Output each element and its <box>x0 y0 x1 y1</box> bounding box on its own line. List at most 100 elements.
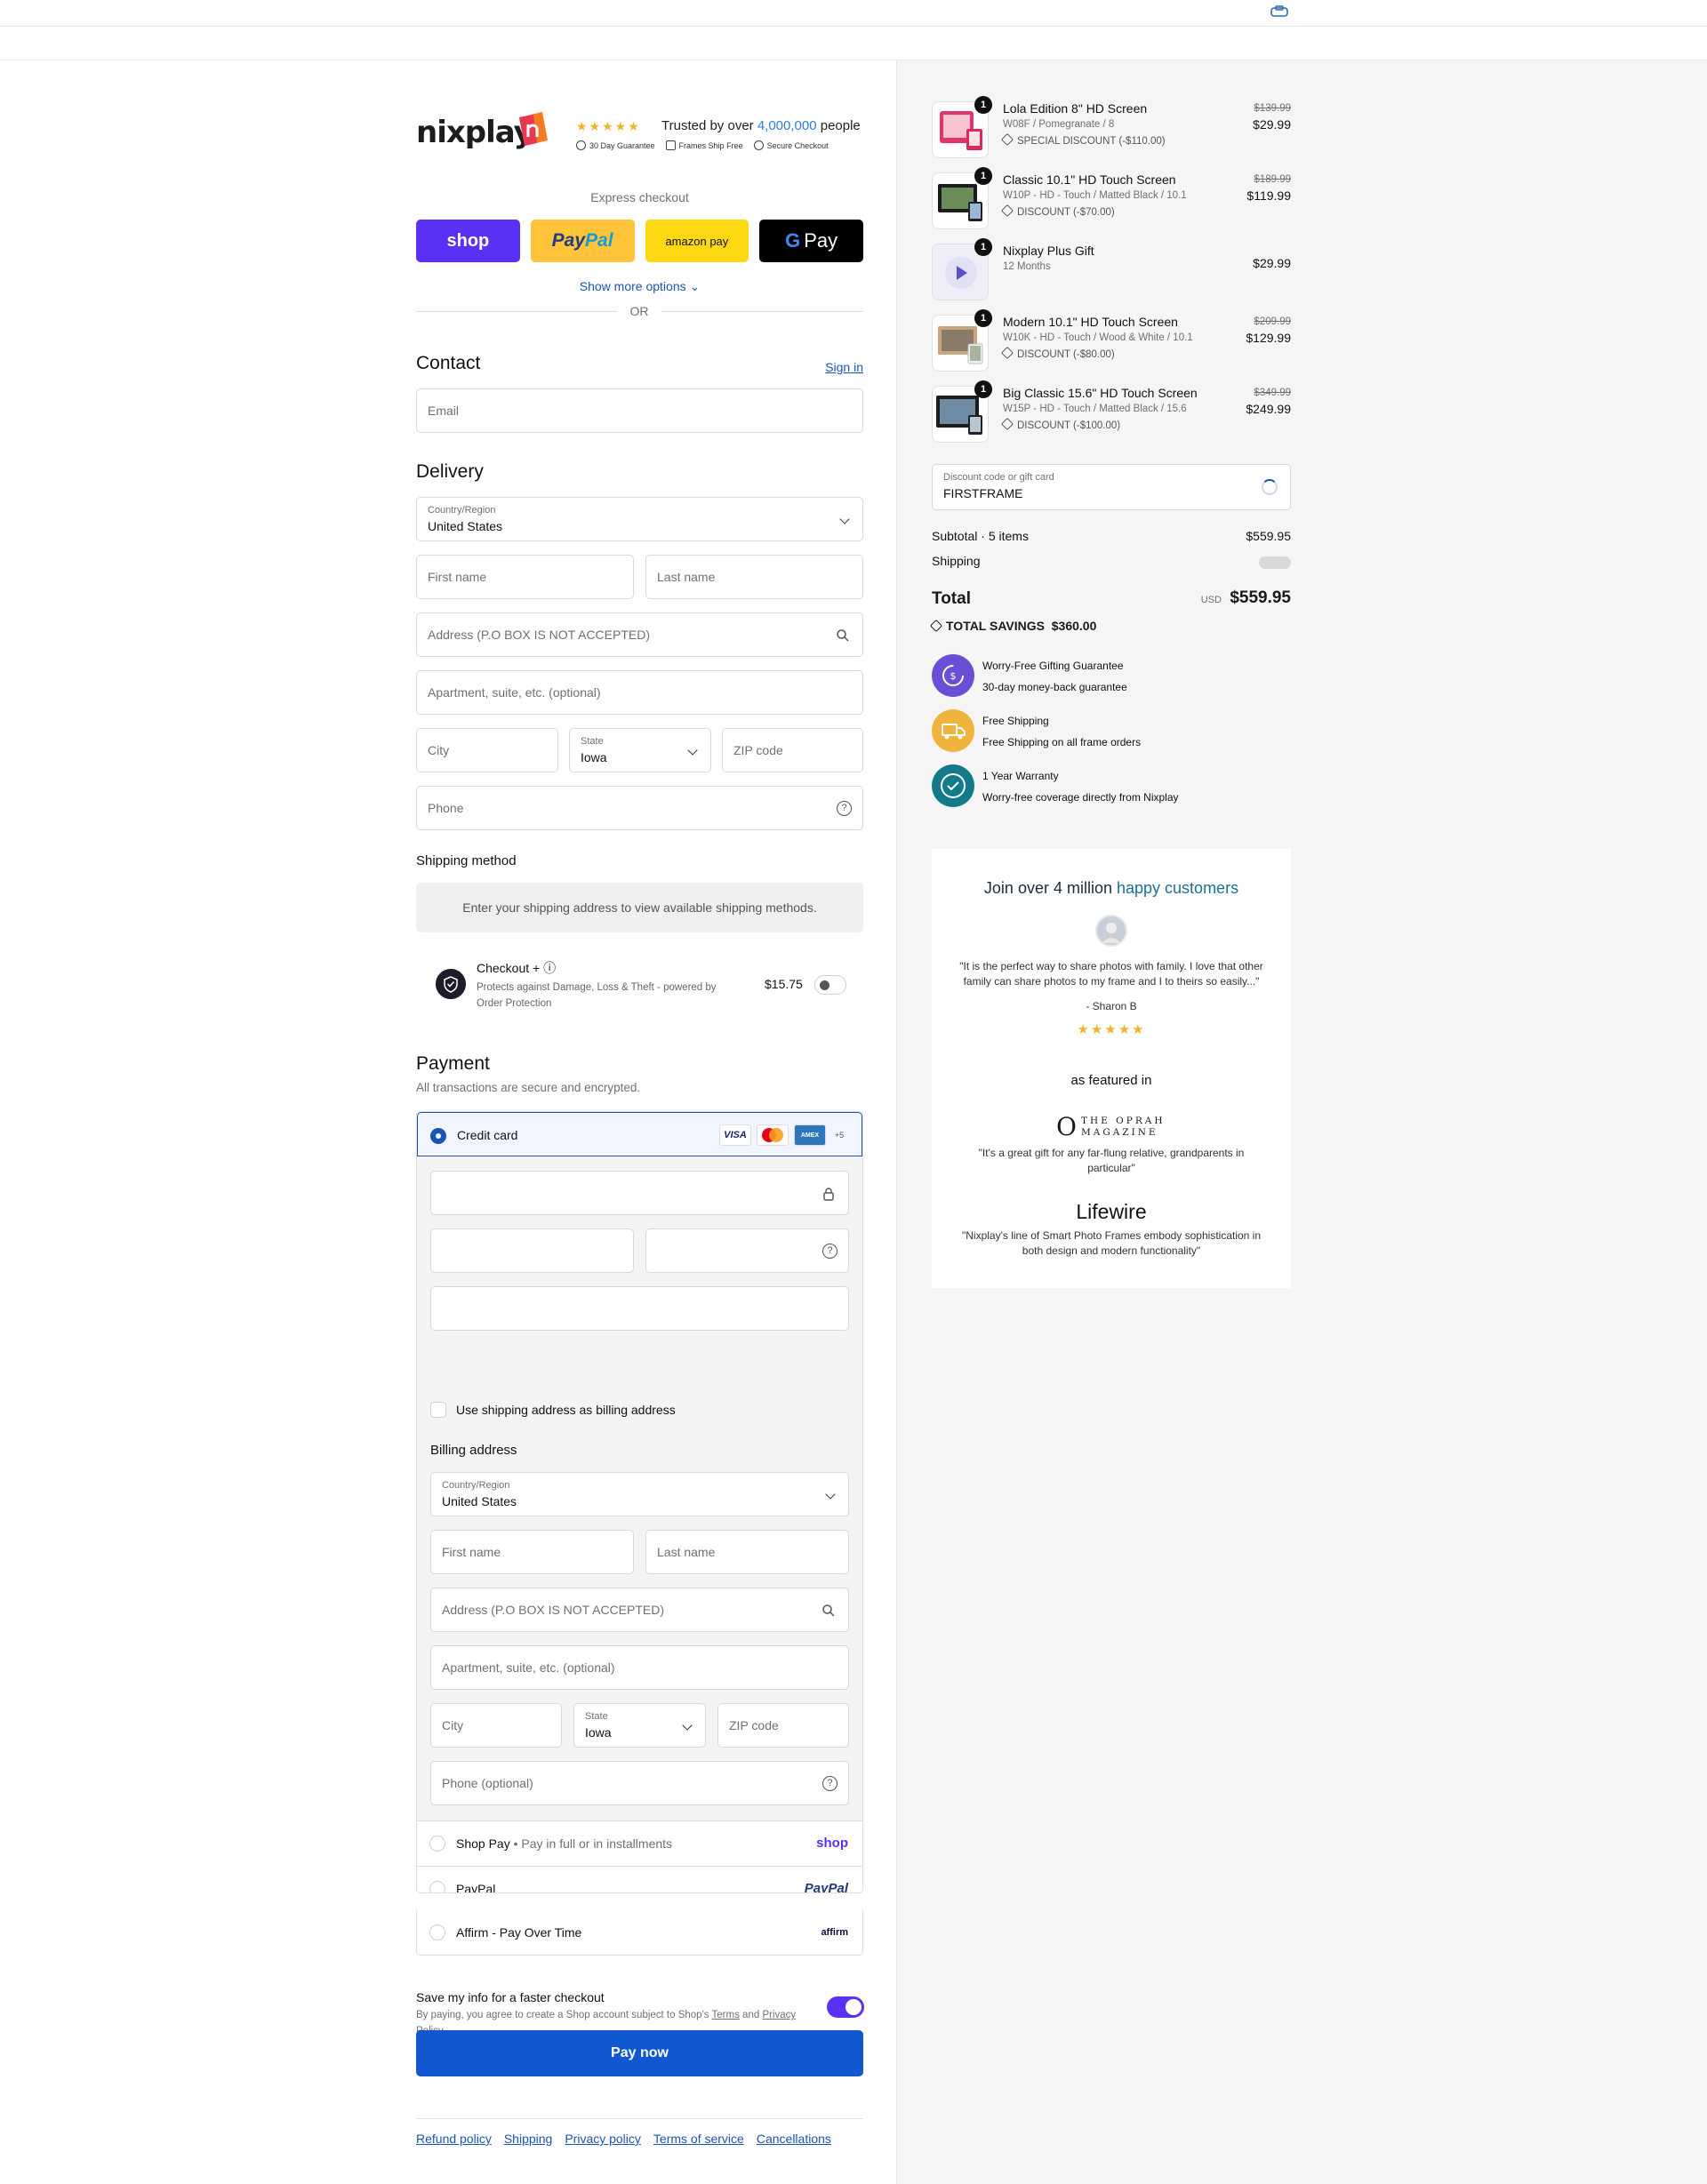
item-discount: DISCOUNT (-$80.00) <box>1000 346 1115 360</box>
affirm-radio[interactable] <box>429 1924 445 1940</box>
terms-link[interactable]: Terms <box>712 2010 740 2020</box>
svg-text:$: $ <box>950 670 957 682</box>
shop-pay-option[interactable]: Shop Pay • Pay in full or in installment… <box>417 1820 862 1866</box>
credit-card-option[interactable]: Credit card VISA AMEX +5 <box>417 1112 862 1156</box>
billing-address-title: Billing address <box>430 1443 517 1458</box>
currency-label: USD <box>1200 595 1222 605</box>
shipping-policy-link[interactable]: Shipping <box>504 2132 553 2146</box>
paypal-label: PayPal <box>456 1882 496 1893</box>
use-shipping-checkbox[interactable] <box>430 1402 446 1418</box>
billing-city-field[interactable]: City <box>430 1703 562 1748</box>
expiration-field[interactable] <box>430 1228 634 1273</box>
affirm-option[interactable]: Affirm - Pay Over Time affirm <box>416 1910 863 1956</box>
country-select[interactable]: Country/Region United States <box>416 497 863 541</box>
affirm-logo: affirm <box>821 1927 848 1938</box>
chevron-down-icon <box>839 514 850 524</box>
tag-icon <box>1000 132 1014 147</box>
express-checkout-label: Express checkout <box>590 190 689 204</box>
amazon-pay-button[interactable]: amazon pay <box>645 220 749 262</box>
checkout-plus-toggle[interactable] <box>814 975 846 995</box>
credit-card-label: Credit card <box>457 1128 518 1142</box>
refund-policy-link[interactable]: Refund policy <box>416 2132 492 2146</box>
item-name: Modern 10.1" HD Touch Screen <box>1003 315 1178 329</box>
state-select[interactable]: State Iowa <box>569 728 711 772</box>
credit-card-radio[interactable] <box>430 1128 446 1144</box>
phone-field[interactable]: Phone? <box>416 786 863 830</box>
tag-icon <box>1000 417 1014 431</box>
zip-field[interactable]: ZIP code <box>722 728 863 772</box>
guarantee-item: Free Shipping Free Shipping on all frame… <box>932 709 1291 754</box>
address-field[interactable]: Address (P.O BOX IS NOT ACCEPTED) <box>416 612 863 657</box>
checkout-plus-description: Protects against Damage, Loss & Theft - … <box>477 982 717 1009</box>
billing-state-select[interactable]: State Iowa <box>573 1703 706 1748</box>
item-discount: DISCOUNT (-$100.00) <box>1000 417 1120 431</box>
header-spacer <box>0 27 1707 60</box>
payment-methods: Credit card VISA AMEX +5 ? Use shipping … <box>416 1111 863 1893</box>
guarantee-item: $ Worry-Free Gifting Guarantee 30-day mo… <box>932 654 1291 699</box>
lock-icon <box>823 1188 834 1201</box>
card-number-field[interactable] <box>430 1171 849 1215</box>
checkout-plus-price: $15.75 <box>765 977 803 991</box>
item-original-price: $189.99 <box>1254 174 1291 185</box>
privacy-policy-link[interactable]: Privacy policy <box>565 2132 641 2146</box>
cart-icon[interactable] <box>1270 5 1289 18</box>
google-pay-button[interactable]: G Pay <box>759 220 863 262</box>
billing-last-name-field[interactable]: Last name <box>645 1530 849 1574</box>
chevron-down-icon <box>687 745 698 756</box>
show-more-options-link[interactable]: Show more options ⌄ <box>416 279 863 294</box>
security-code-field[interactable]: ? <box>645 1228 849 1273</box>
billing-phone-field[interactable]: Phone (optional)? <box>430 1761 849 1805</box>
paypal-button[interactable]: Pay Pal <box>530 220 635 262</box>
paypal-logo: PayPal <box>804 1881 848 1893</box>
quantity-badge: 1 <box>974 309 992 327</box>
google-g-icon: G <box>785 229 801 252</box>
save-info-toggle[interactable] <box>827 1996 864 2018</box>
paypal-radio[interactable] <box>429 1881 445 1892</box>
billing-country-select[interactable]: Country/Region United States <box>430 1472 849 1516</box>
email-field[interactable]: Email <box>416 388 863 433</box>
line-item: 1 Classic 10.1" HD Touch Screen W10P - H… <box>932 167 1291 231</box>
sign-in-link[interactable]: Sign in <box>825 360 863 374</box>
tag-icon <box>1000 204 1014 218</box>
help-icon[interactable]: ? <box>822 1244 837 1259</box>
apartment-field[interactable]: Apartment, suite, etc. (optional) <box>416 670 863 715</box>
warranty-badge-icon <box>932 764 974 807</box>
item-discount: SPECIAL DISCOUNT (-$110.00) <box>1000 132 1166 147</box>
help-icon[interactable]: ? <box>822 1776 837 1791</box>
line-item: 1 Lola Edition 8" HD Screen W08F / Pomeg… <box>932 96 1291 160</box>
discount-code-field[interactable]: Discount code or gift card FIRSTFRAME <box>932 464 1291 510</box>
item-price: $29.99 <box>1253 117 1291 132</box>
more-cards-label: +5 <box>834 1131 845 1140</box>
first-name-field[interactable]: First name <box>416 555 634 599</box>
item-name: Nixplay Plus Gift <box>1003 244 1094 258</box>
city-field[interactable]: City <box>416 728 558 772</box>
item-price: $249.99 <box>1246 402 1291 416</box>
brand-header: nixplay ★★★★★ Trusted by over 4,000,000 … <box>416 110 863 155</box>
payment-title: Payment <box>416 1053 490 1074</box>
billing-first-name-field[interactable]: First name <box>430 1530 634 1574</box>
billing-address-field[interactable]: Address (P.O BOX IS NOT ACCEPTED) <box>430 1588 849 1632</box>
review-panel: Join over 4 million happy customers "It … <box>932 849 1291 1288</box>
terms-of-service-link[interactable]: Terms of service <box>653 2132 744 2146</box>
name-on-card-field[interactable] <box>430 1286 849 1331</box>
shipping-loading-pill <box>1259 556 1291 569</box>
billing-zip-field[interactable]: ZIP code <box>717 1703 849 1748</box>
review-stars: ★★★★★ <box>1077 1022 1146 1037</box>
guarantee-icon <box>576 140 586 150</box>
shop-pay-radio[interactable] <box>429 1836 445 1852</box>
help-icon[interactable]: ? <box>837 801 852 816</box>
item-discount: DISCOUNT (-$70.00) <box>1000 204 1115 218</box>
shop-pay-button[interactable]: shop <box>416 220 520 262</box>
paypal-option[interactable]: PayPal PayPal <box>417 1866 862 1893</box>
item-variant: W10P - HD - Touch / Matted Black / 10.1 <box>1003 190 1187 201</box>
billing-apartment-field[interactable]: Apartment, suite, etc. (optional) <box>430 1645 849 1690</box>
subtotal-row: Subtotal · 5 items $559.95 <box>932 529 1291 543</box>
pay-now-button[interactable]: Pay now <box>416 2030 863 2076</box>
footer-divider <box>416 2118 863 2119</box>
line-item: 1 Big Classic 15.6" HD Touch Screen W15P… <box>932 380 1291 444</box>
chevron-down-icon <box>825 1489 836 1500</box>
total-value: $559.95 <box>1230 588 1291 607</box>
last-name-field[interactable]: Last name <box>645 555 863 599</box>
cancellations-link[interactable]: Cancellations <box>757 2132 831 2146</box>
lifewire-logo: Lifewire <box>1076 1200 1147 1223</box>
